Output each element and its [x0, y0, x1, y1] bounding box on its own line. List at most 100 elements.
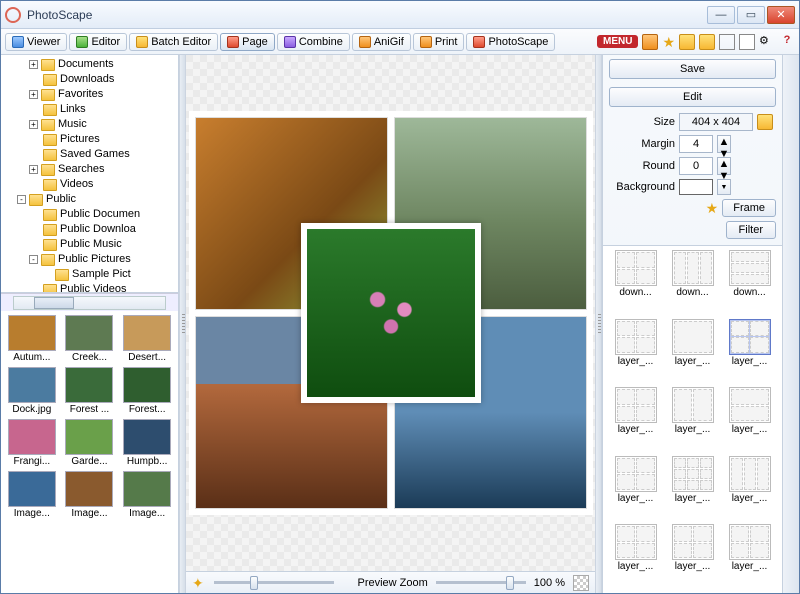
- tab-batch-editor[interactable]: Batch Editor: [129, 33, 218, 51]
- zoom-star-icon[interactable]: ✦: [192, 576, 206, 590]
- layout-option[interactable]: layer_...: [609, 524, 662, 589]
- folder-icon: [41, 164, 55, 176]
- left-splitter[interactable]: [179, 55, 186, 593]
- tree-expander[interactable]: +: [29, 165, 38, 174]
- tree-expander[interactable]: +: [29, 90, 38, 99]
- tree-item[interactable]: Public Documen: [27, 207, 176, 222]
- layout-option[interactable]: layer_...: [609, 319, 662, 384]
- tree-expander[interactable]: -: [17, 195, 26, 204]
- save-button[interactable]: Save: [609, 59, 776, 79]
- paste-icon[interactable]: [739, 34, 755, 50]
- tree-item[interactable]: +Favorites: [27, 87, 176, 102]
- thumbnail[interactable]: Dock.jpg: [5, 367, 59, 415]
- layout-option[interactable]: layer_...: [609, 456, 662, 521]
- left-slider[interactable]: [214, 581, 334, 584]
- titlebar[interactable]: PhotoScape — ▭ ✕: [1, 1, 799, 29]
- layout-option[interactable]: layer_...: [666, 387, 719, 452]
- tab-anigif[interactable]: AniGif: [352, 33, 411, 51]
- tree-item[interactable]: +Documents: [27, 57, 176, 72]
- background-dropdown[interactable]: ▼: [717, 179, 731, 195]
- tab-combine[interactable]: Combine: [277, 33, 350, 51]
- tab-print[interactable]: Print: [413, 33, 465, 51]
- minimize-button[interactable]: —: [707, 6, 735, 24]
- page-canvas[interactable]: [189, 111, 593, 515]
- layout-option[interactable]: layer_...: [723, 456, 776, 521]
- background-color[interactable]: [679, 179, 713, 195]
- tree-item[interactable]: -Public Pictures: [27, 252, 176, 267]
- right-vscroll[interactable]: [782, 55, 799, 593]
- thumbnail[interactable]: Creek...: [63, 315, 117, 363]
- frame-star-icon[interactable]: ★: [706, 201, 719, 215]
- copy-icon[interactable]: [719, 34, 735, 50]
- zoom-slider[interactable]: [436, 581, 526, 584]
- toolbar-icon-1[interactable]: [642, 34, 658, 50]
- frame-button[interactable]: Frame: [722, 199, 776, 217]
- tab-photoscape[interactable]: PhotoScape: [466, 33, 555, 51]
- layout-option[interactable]: layer_...: [666, 456, 719, 521]
- layout-option[interactable]: down...: [609, 250, 662, 315]
- folder-icon[interactable]: [699, 34, 715, 50]
- zoom-value: 100 %: [534, 577, 565, 589]
- tree-item[interactable]: Links: [27, 102, 176, 117]
- size-value[interactable]: 404 x 404: [679, 113, 753, 131]
- transparency-icon[interactable]: [573, 575, 589, 591]
- tree-hscroll[interactable]: [1, 293, 178, 311]
- thumbnail[interactable]: Desert...: [120, 315, 174, 363]
- margin-input[interactable]: [679, 135, 713, 153]
- layout-option[interactable]: down...: [723, 250, 776, 315]
- folder-tree[interactable]: +DocumentsDownloads+FavoritesLinks+Music…: [1, 55, 178, 293]
- tab-page[interactable]: Page: [220, 33, 275, 51]
- thumbnail[interactable]: Image...: [63, 471, 117, 519]
- right-splitter[interactable]: [595, 55, 602, 593]
- collage-slot-center[interactable]: [301, 223, 481, 403]
- tree-item[interactable]: Sample Pict: [39, 267, 176, 282]
- tree-item[interactable]: Pictures: [27, 132, 176, 147]
- tree-item[interactable]: +Music: [27, 117, 176, 132]
- canvas-area[interactable]: [186, 55, 595, 571]
- margin-spinner[interactable]: ▲▼: [717, 135, 731, 153]
- layout-option[interactable]: layer_...: [723, 387, 776, 452]
- thumbnail[interactable]: Garde...: [63, 419, 117, 467]
- layout-option[interactable]: down...: [666, 250, 719, 315]
- tree-expander[interactable]: -: [29, 255, 38, 264]
- round-spinner[interactable]: ▲▼: [717, 157, 731, 175]
- thumbnail-label: Humpb...: [123, 456, 171, 467]
- help-icon[interactable]: ?: [779, 34, 795, 50]
- layout-option[interactable]: layer_...: [609, 387, 662, 452]
- layout-option[interactable]: layer_...: [723, 319, 776, 384]
- tree-expander[interactable]: +: [29, 120, 38, 129]
- menu-badge[interactable]: MENU: [597, 35, 638, 48]
- tab-editor[interactable]: Editor: [69, 33, 127, 51]
- thumbnail[interactable]: Autum...: [5, 315, 59, 363]
- thumbnail[interactable]: Forest ...: [63, 367, 117, 415]
- thumbnail[interactable]: Image...: [120, 471, 174, 519]
- settings-icon[interactable]: ⚙: [759, 34, 775, 50]
- tree-item[interactable]: -Public: [15, 192, 176, 207]
- tree-item[interactable]: Videos: [27, 177, 176, 192]
- layout-option[interactable]: layer_...: [666, 319, 719, 384]
- toolbar-icon-2[interactable]: [679, 34, 695, 50]
- tree-item[interactable]: Downloads: [27, 72, 176, 87]
- thumbnail[interactable]: Frangi...: [5, 419, 59, 467]
- tree-item[interactable]: Public Downloa: [27, 222, 176, 237]
- layout-option[interactable]: layer_...: [723, 524, 776, 589]
- filter-button[interactable]: Filter: [726, 221, 776, 239]
- tree-item[interactable]: Saved Games: [27, 147, 176, 162]
- tab-viewer[interactable]: Viewer: [5, 33, 67, 51]
- edit-button[interactable]: Edit: [609, 87, 776, 107]
- thumbnail[interactable]: Image...: [5, 471, 59, 519]
- size-reset-icon[interactable]: [757, 114, 773, 130]
- thumbnail-label: Forest ...: [65, 404, 113, 415]
- thumbnail[interactable]: Humpb...: [120, 419, 174, 467]
- tree-item[interactable]: Public Music: [27, 237, 176, 252]
- tree-item[interactable]: Public Videos: [27, 282, 176, 293]
- zoom-label: Preview Zoom: [358, 577, 428, 589]
- tree-expander[interactable]: +: [29, 60, 38, 69]
- round-input[interactable]: [679, 157, 713, 175]
- maximize-button[interactable]: ▭: [737, 6, 765, 24]
- star-icon[interactable]: ★: [662, 35, 675, 49]
- close-button[interactable]: ✕: [767, 6, 795, 24]
- thumbnail[interactable]: Forest...: [120, 367, 174, 415]
- tree-item[interactable]: +Searches: [27, 162, 176, 177]
- layout-option[interactable]: layer_...: [666, 524, 719, 589]
